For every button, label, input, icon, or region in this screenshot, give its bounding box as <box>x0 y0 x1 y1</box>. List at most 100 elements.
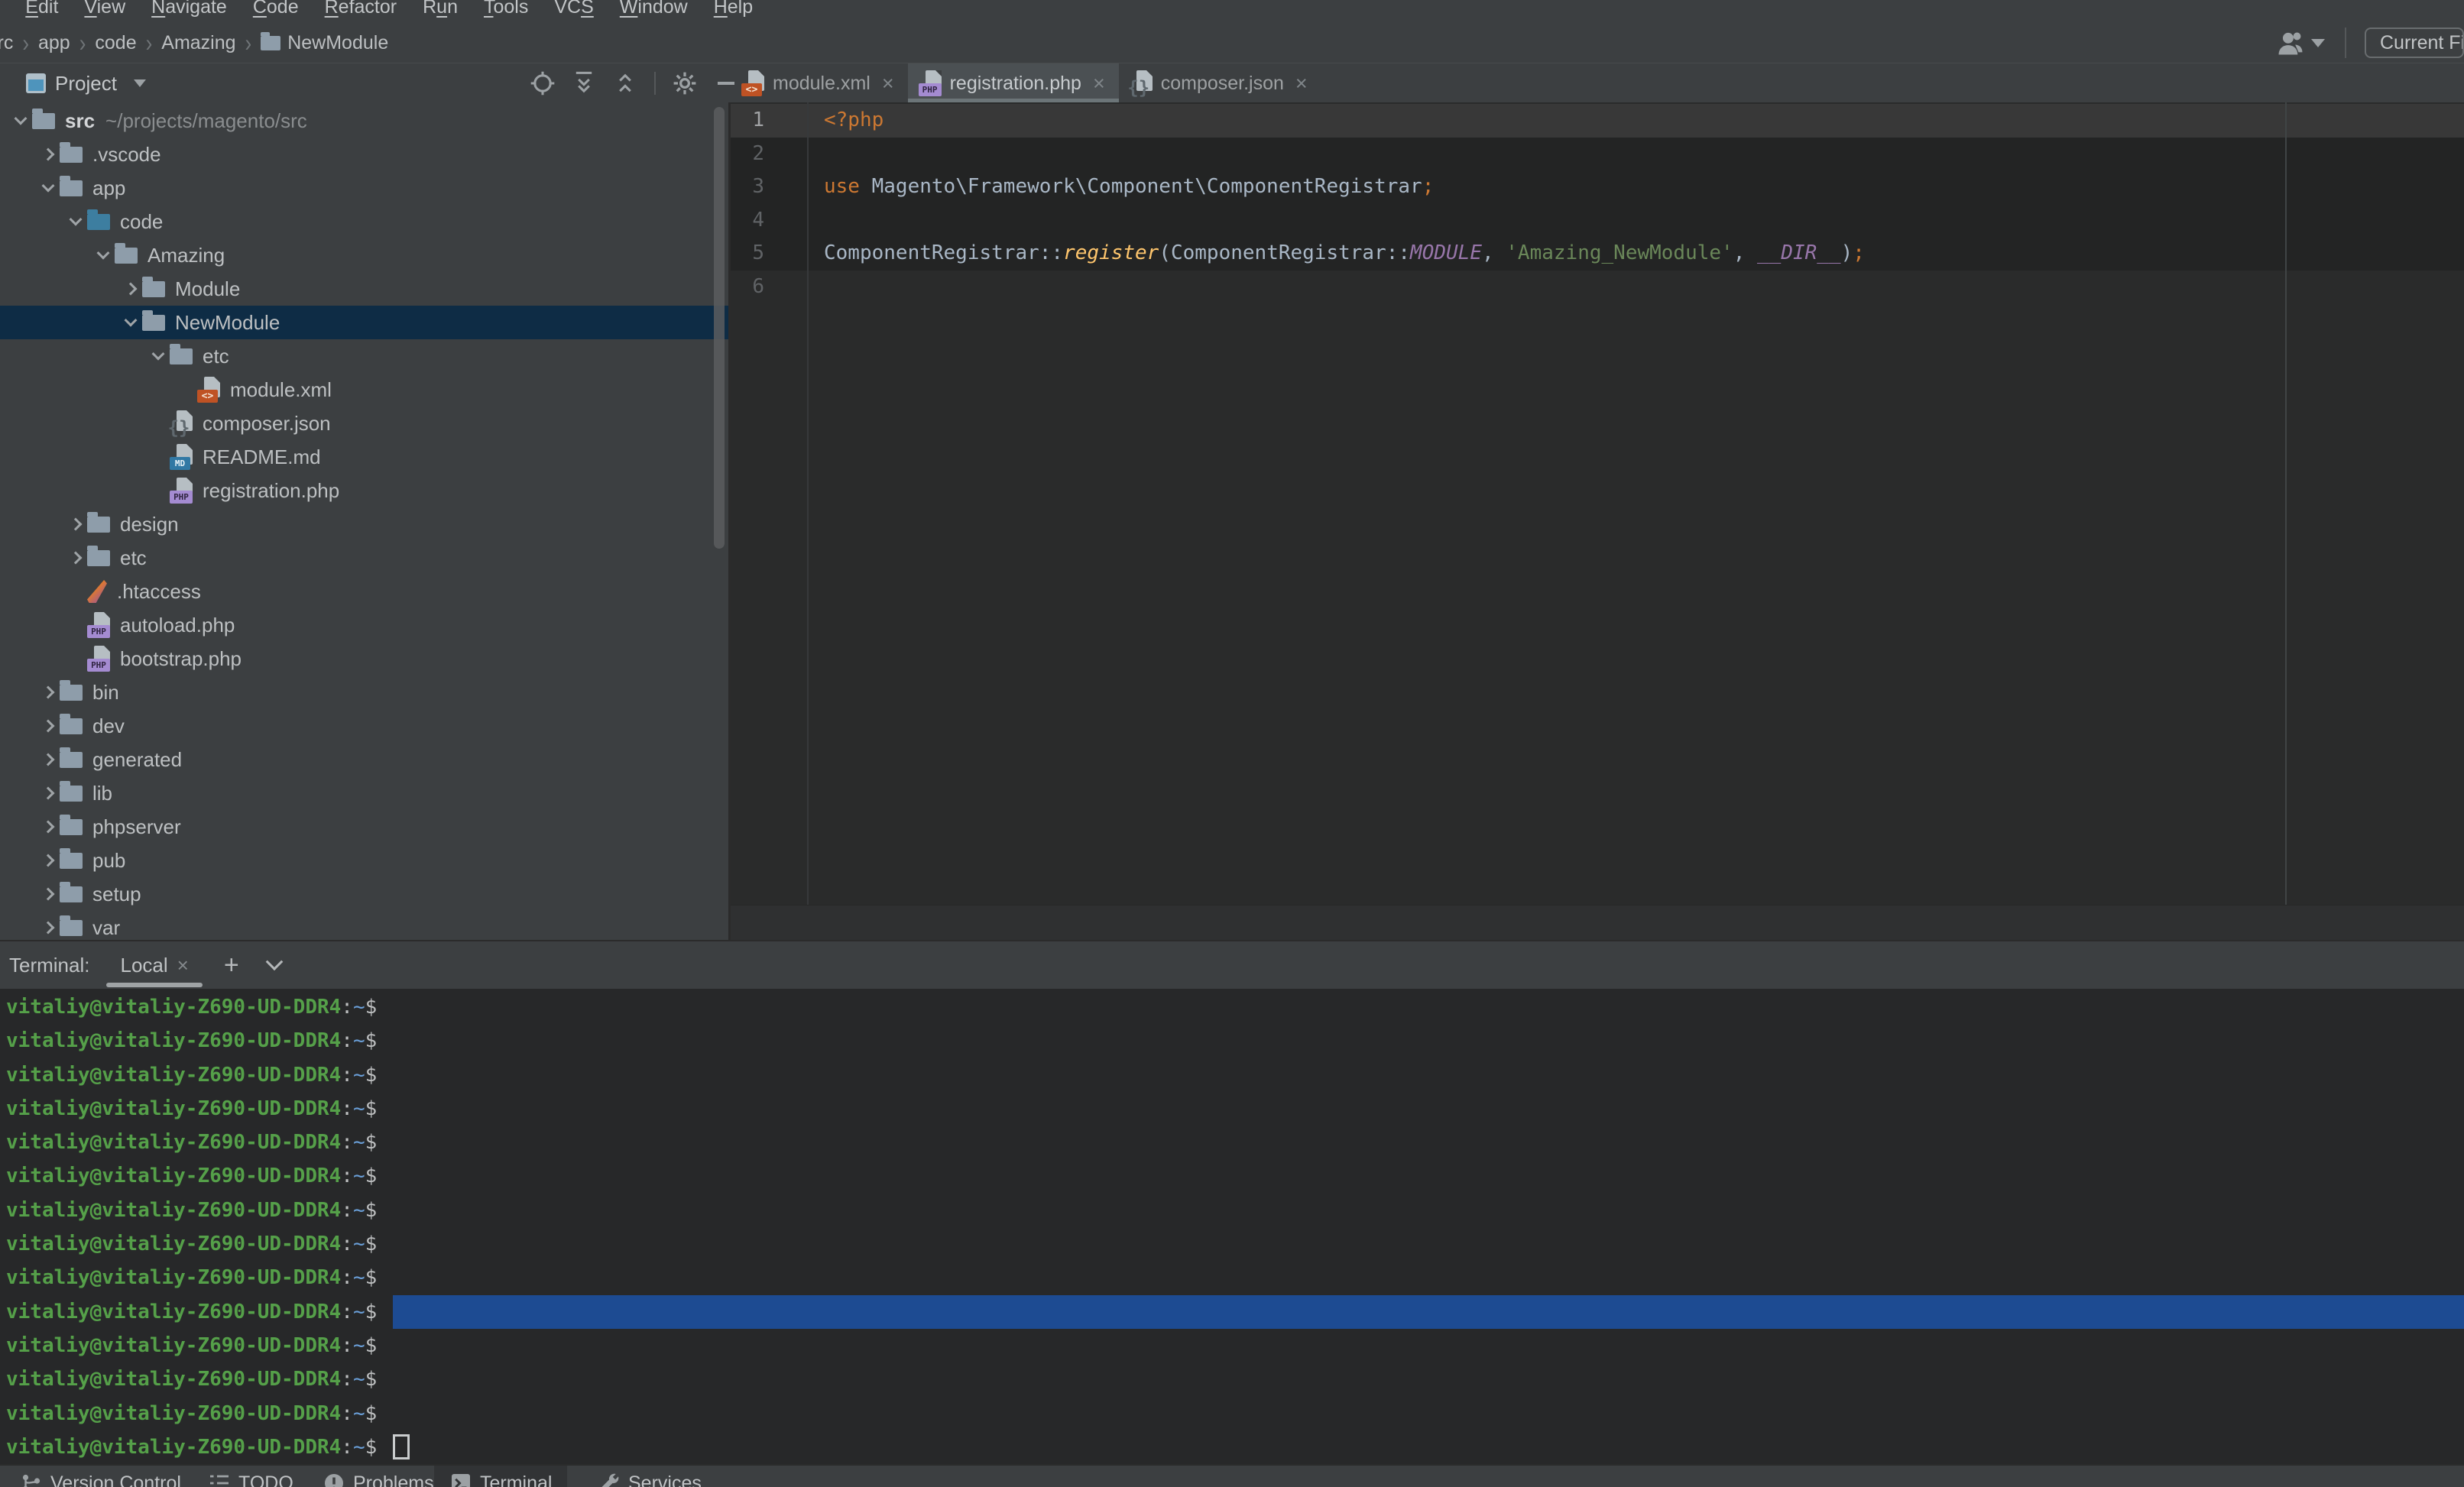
menu-help[interactable]: Help <box>701 0 766 18</box>
expand-all-button[interactable] <box>569 68 599 99</box>
tree-item-autoload-php[interactable]: PHP autoload.php <box>0 608 728 642</box>
tree-item-vscode[interactable]: .vscode <box>0 138 728 171</box>
tree-item-NewModule[interactable]: NewModule <box>0 306 728 339</box>
toolwindow-button-todo[interactable]: TODO <box>193 1466 309 1487</box>
menu-code[interactable]: Code <box>240 0 312 18</box>
tree-item-htaccess[interactable]: .htaccess <box>0 575 728 608</box>
main-area: src~/projects/magento/src.vscodeappcodeA… <box>0 102 2464 940</box>
breadcrumb-item-NewModule[interactable]: NewModule <box>261 32 388 54</box>
toolwindow-button-terminal[interactable]: Terminal <box>434 1466 567 1487</box>
menu-edit[interactable]: Edit <box>12 0 71 18</box>
breadcrumb-item-Amazing[interactable]: Amazing <box>161 32 235 54</box>
editor-pane[interactable]: 123456 <?phpuse Magento\Framework\Compon… <box>731 102 2464 940</box>
tree-item-etc[interactable]: etc <box>0 339 728 373</box>
tree-item-phpserver[interactable]: phpserver <box>0 810 728 844</box>
chevron-collapsed-icon[interactable] <box>70 518 83 531</box>
terminal-options-chevron-icon[interactable] <box>265 953 283 970</box>
terminal-prompt-line: vitaliy@vitaliy-Z690-UD-DDR4:~$ <box>0 1362 2464 1396</box>
menu-view[interactable]: View <box>71 0 138 18</box>
terminal-prompt-line: vitaliy@vitaliy-Z690-UD-DDR4:~$ <box>0 1126 2464 1159</box>
terminal-tab-label: Local <box>120 954 167 977</box>
tree-item-dev[interactable]: dev <box>0 709 728 743</box>
chevron-collapsed-icon[interactable] <box>42 720 55 733</box>
chevron-collapsed-icon[interactable] <box>42 888 55 901</box>
terminal-output[interactable]: vitaliy@vitaliy-Z690-UD-DDR4:~$vitaliy@v… <box>0 990 2464 1464</box>
chevron-collapsed-icon[interactable] <box>70 552 83 565</box>
chevron-collapsed-icon[interactable] <box>42 686 55 699</box>
chevron-collapsed-icon[interactable] <box>125 283 138 296</box>
terminal-tab-local[interactable]: Local × <box>103 941 205 989</box>
tree-item-module-xml[interactable]: <> module.xml <box>0 373 728 407</box>
close-icon[interactable]: × <box>1093 72 1105 96</box>
chevron-collapsed-icon[interactable] <box>42 148 55 161</box>
tree-item-etc[interactable]: etc <box>0 541 728 575</box>
tree-item-code[interactable]: code <box>0 205 728 238</box>
code-area[interactable]: <?phpuse Magento\Framework\Component\Com… <box>731 104 2464 303</box>
folder-icon <box>60 920 83 936</box>
run-configuration-selector[interactable]: Current File <box>2365 28 2464 58</box>
tree-item-label: autoload.php <box>120 614 235 637</box>
tree-item-var[interactable]: var <box>0 911 728 940</box>
terminal-prompt-line: vitaliy@vitaliy-Z690-UD-DDR4:~$ <box>0 1159 2464 1193</box>
menu-file[interactable]: File <box>0 0 12 18</box>
chevron-expanded-icon[interactable] <box>70 213 83 226</box>
tree-item-setup[interactable]: setup <box>0 877 728 911</box>
editor-scrollbar-track[interactable] <box>731 905 2464 940</box>
xml-file-icon: <> <box>197 377 220 403</box>
tree-item-registration-php[interactable]: PHPregistration.php <box>0 474 728 507</box>
tree-item-pub[interactable]: pub <box>0 844 728 877</box>
chevron-expanded-icon[interactable] <box>42 180 55 193</box>
toolwindow-button-services[interactable]: Services <box>582 1466 717 1487</box>
code-with-me-button[interactable] <box>2276 30 2325 56</box>
chevron-expanded-icon[interactable] <box>152 348 165 361</box>
editor-tab-module-xml[interactable]: <>module.xml× <box>731 63 908 103</box>
tree-item-composer-json[interactable]: {}composer.json <box>0 407 728 440</box>
chevron-collapsed-icon[interactable] <box>42 753 55 766</box>
chevron-collapsed-icon[interactable] <box>42 787 55 800</box>
php-file-icon: PHP <box>87 612 110 638</box>
tree-item-generated[interactable]: generated <box>0 743 728 776</box>
menu-run[interactable]: Run <box>410 0 471 18</box>
chevron-collapsed-icon[interactable] <box>42 854 55 867</box>
tree-item-lib[interactable]: lib <box>0 776 728 810</box>
tree-item-app[interactable]: app <box>0 171 728 205</box>
toolwindow-button-label: Terminal <box>480 1472 552 1487</box>
close-icon[interactable]: × <box>1295 72 1308 96</box>
close-icon[interactable]: × <box>177 954 189 977</box>
project-panel-title[interactable]: Project <box>55 72 117 96</box>
locate-button[interactable] <box>527 68 558 99</box>
breadcrumb-item-app[interactable]: app <box>38 32 70 54</box>
new-terminal-button[interactable]: + <box>224 951 239 980</box>
close-icon[interactable]: × <box>882 72 894 96</box>
menu-window[interactable]: Window <box>607 0 701 18</box>
tree-item-label: module.xml <box>230 378 332 402</box>
menu-vcs[interactable]: VCS <box>541 0 606 18</box>
tree-item-Amazing[interactable]: Amazing <box>0 238 728 272</box>
tree-scrollbar[interactable] <box>714 107 725 549</box>
editor-tab-registration-php[interactable]: PHPregistration.php× <box>908 63 1119 103</box>
tree-item-Module[interactable]: Module <box>0 272 728 306</box>
json-file-icon: {} <box>1130 70 1153 96</box>
chevron-expanded-icon[interactable] <box>15 112 28 125</box>
breadcrumb-item-code[interactable]: code <box>95 32 136 54</box>
toolwindow-button-version-control[interactable]: Version Control <box>5 1466 196 1487</box>
chevron-expanded-icon[interactable] <box>97 247 110 260</box>
editor-tab-composer-json[interactable]: {}composer.json× <box>1119 63 1321 103</box>
chevron-collapsed-icon[interactable] <box>42 821 55 834</box>
tree-item-README-md[interactable]: MDREADME.md <box>0 440 728 474</box>
tree-item-design[interactable]: design <box>0 507 728 541</box>
chevron-collapsed-icon[interactable] <box>42 922 55 935</box>
collapse-all-button[interactable] <box>610 68 640 99</box>
breadcrumb-item-src[interactable]: src <box>0 32 13 54</box>
folder-icon <box>60 718 83 734</box>
chevron-down-icon[interactable] <box>134 79 146 87</box>
menu-refactor[interactable]: Refactor <box>312 0 410 18</box>
toolwindow-button-problems[interactable]: Problems <box>307 1466 449 1487</box>
chevron-expanded-icon[interactable] <box>125 314 138 327</box>
menu-navigate[interactable]: Navigate <box>138 0 240 18</box>
tree-item-bin[interactable]: bin <box>0 675 728 709</box>
menu-tools[interactable]: Tools <box>471 0 541 18</box>
settings-gear-button[interactable] <box>669 68 700 99</box>
tree-item-bootstrap-php[interactable]: PHPbootstrap.php <box>0 642 728 675</box>
tree-item-src[interactable]: src~/projects/magento/src <box>0 104 728 138</box>
